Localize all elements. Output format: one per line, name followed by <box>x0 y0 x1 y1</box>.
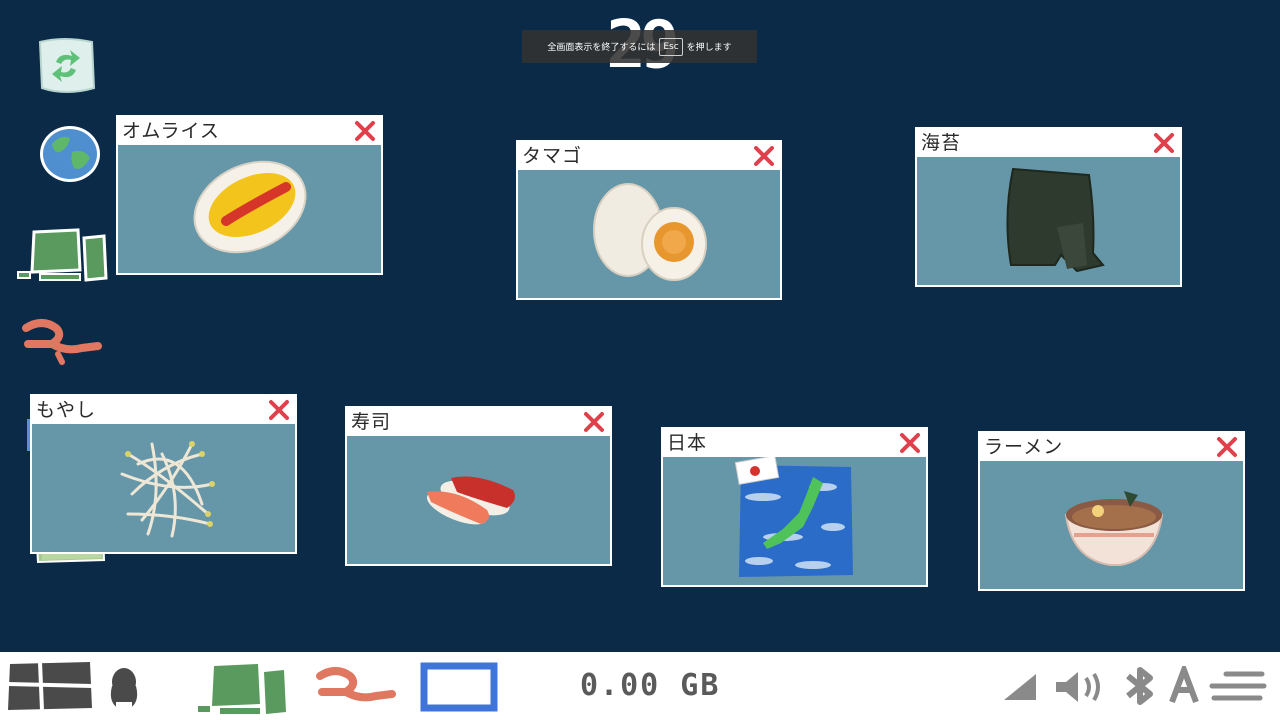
omurice-image <box>193 160 307 254</box>
window-sushi[interactable]: 寿司 <box>345 406 612 566</box>
window-titlebar[interactable]: 海苔 <box>917 129 1180 157</box>
mouse-icon[interactable] <box>106 662 142 716</box>
window-egg[interactable]: タマゴ <box>516 140 782 300</box>
menu-icon[interactable] <box>1208 668 1268 708</box>
window-titlebar[interactable]: 日本 <box>663 429 926 457</box>
toast-text-after: を押します <box>686 43 732 53</box>
wifi-icon[interactable] <box>1000 670 1040 708</box>
window-title: 海苔 <box>921 132 962 154</box>
computer-icon[interactable] <box>16 226 108 288</box>
window-titlebar[interactable]: ラーメン <box>980 433 1243 461</box>
bean-sprouts-image <box>120 441 215 538</box>
close-icon[interactable] <box>582 410 606 434</box>
window-title: 寿司 <box>351 411 392 433</box>
close-icon[interactable] <box>752 144 776 168</box>
close-icon[interactable] <box>267 398 291 422</box>
input-language-icon[interactable] <box>1168 661 1202 710</box>
window-titlebar[interactable]: オムライス <box>118 117 381 145</box>
fullscreen-exit-toast: 全画面表示を終了するには Esc を押します <box>522 30 757 63</box>
window-content <box>980 461 1243 589</box>
pipe-icon[interactable] <box>316 666 396 718</box>
japan-map-image <box>734 457 853 577</box>
egg-image <box>593 183 707 281</box>
window-content <box>118 145 381 273</box>
window-titlebar[interactable]: タマゴ <box>518 142 780 170</box>
window-title: 日本 <box>667 432 708 454</box>
window-content <box>32 424 295 552</box>
pipe-icon[interactable] <box>22 318 102 370</box>
window-japan[interactable]: 日本 <box>661 427 928 587</box>
nori-image <box>1006 167 1105 273</box>
close-icon[interactable] <box>898 431 922 455</box>
window-content <box>518 170 780 298</box>
esc-key-badge: Esc <box>659 37 683 56</box>
volume-icon[interactable] <box>1052 668 1106 710</box>
globe-icon[interactable] <box>38 124 102 188</box>
bluetooth-icon[interactable] <box>1120 666 1160 710</box>
sushi-image <box>426 476 515 525</box>
computer-icon[interactable] <box>196 660 288 720</box>
close-icon[interactable] <box>1152 131 1176 155</box>
window-titlebar[interactable]: もやし <box>32 396 295 424</box>
window-bean-sprouts[interactable]: もやし <box>30 394 297 554</box>
taskbar: 0.00 GB <box>0 652 1280 720</box>
close-icon[interactable] <box>1215 435 1239 459</box>
desktop: 29 全画面表示を終了するには Esc を押します <box>0 0 1280 652</box>
ramen-image <box>1064 491 1164 566</box>
start-icon[interactable] <box>4 658 96 718</box>
window-content <box>917 157 1180 285</box>
storage-readout: 0.00 GB <box>580 668 721 703</box>
recycle-icon[interactable] <box>34 36 98 100</box>
window-title: もやし <box>36 399 97 421</box>
window-content <box>347 436 610 564</box>
window-icon[interactable] <box>420 662 500 716</box>
window-title: タマゴ <box>522 145 583 167</box>
window-title: オムライス <box>122 120 220 142</box>
window-ramen[interactable]: ラーメン <box>978 431 1245 591</box>
window-content <box>663 457 926 585</box>
window-title: ラーメン <box>984 436 1064 458</box>
toast-text-before: 全画面表示を終了するには <box>547 43 656 53</box>
window-nori[interactable]: 海苔 <box>915 127 1182 287</box>
window-omurice[interactable]: オムライス <box>116 115 383 275</box>
close-icon[interactable] <box>353 119 377 143</box>
window-titlebar[interactable]: 寿司 <box>347 408 610 436</box>
